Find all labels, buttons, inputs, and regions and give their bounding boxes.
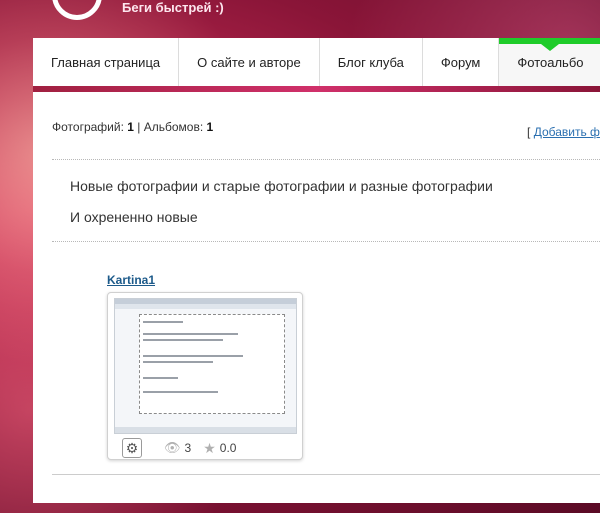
nav-item-about[interactable]: О сайте и авторе: [179, 38, 320, 86]
album-card: ⚙ 👁 3 ★ 0.0: [107, 292, 303, 460]
divider-bottom: [52, 474, 600, 475]
photos-label: Фотографий:: [52, 120, 124, 134]
nav-item-forum[interactable]: Форум: [423, 38, 500, 86]
album-stats: Фотографий: 1 | Альбомов: 1: [52, 120, 213, 134]
divider-top: [52, 159, 600, 160]
divider-middle: [52, 241, 600, 242]
album-title-link[interactable]: Kartina1: [107, 273, 305, 287]
site-header: Беги быстрей :): [0, 0, 600, 38]
site-logo[interactable]: [52, 0, 102, 20]
album-card-footer: ⚙ 👁 3 ★ 0.0: [108, 436, 302, 460]
albums-label: Альбомов:: [143, 120, 204, 134]
star-icon: ★: [203, 439, 216, 456]
eye-icon: 👁: [164, 440, 181, 455]
gear-icon[interactable]: ⚙: [122, 438, 142, 458]
main-nav: Главная страница О сайте и авторе Блог к…: [33, 38, 600, 87]
album-views-count: 3: [184, 441, 192, 455]
album-item: Kartina1 ⚙ 👁 3 ★ 0.0: [107, 273, 305, 460]
site-slogan: Беги быстрей :): [122, 0, 224, 15]
add-photo-link[interactable]: Добавить ф: [534, 125, 600, 139]
add-photo-area: [ Добавить ф: [527, 125, 600, 139]
nav-item-photoalbums[interactable]: Фотоальбо: [499, 38, 600, 86]
add-link-bracket: [: [527, 125, 531, 139]
nav-item-blog[interactable]: Блог клуба: [320, 38, 423, 86]
albums-count: 1: [206, 120, 214, 134]
nav-item-home[interactable]: Главная страница: [33, 38, 180, 86]
photos-count: 1: [127, 120, 134, 134]
album-description-line1: Новые фотографии и старые фотографии и р…: [70, 178, 493, 194]
main-content: Фотографий: 1 | Альбомов: 1 [ Добавить ф…: [33, 92, 600, 503]
album-thumbnail[interactable]: [114, 298, 297, 434]
stats-separator: |: [137, 120, 141, 134]
album-description-line2: И охрененно новые: [70, 209, 198, 225]
album-rating: 0.0: [219, 441, 237, 455]
